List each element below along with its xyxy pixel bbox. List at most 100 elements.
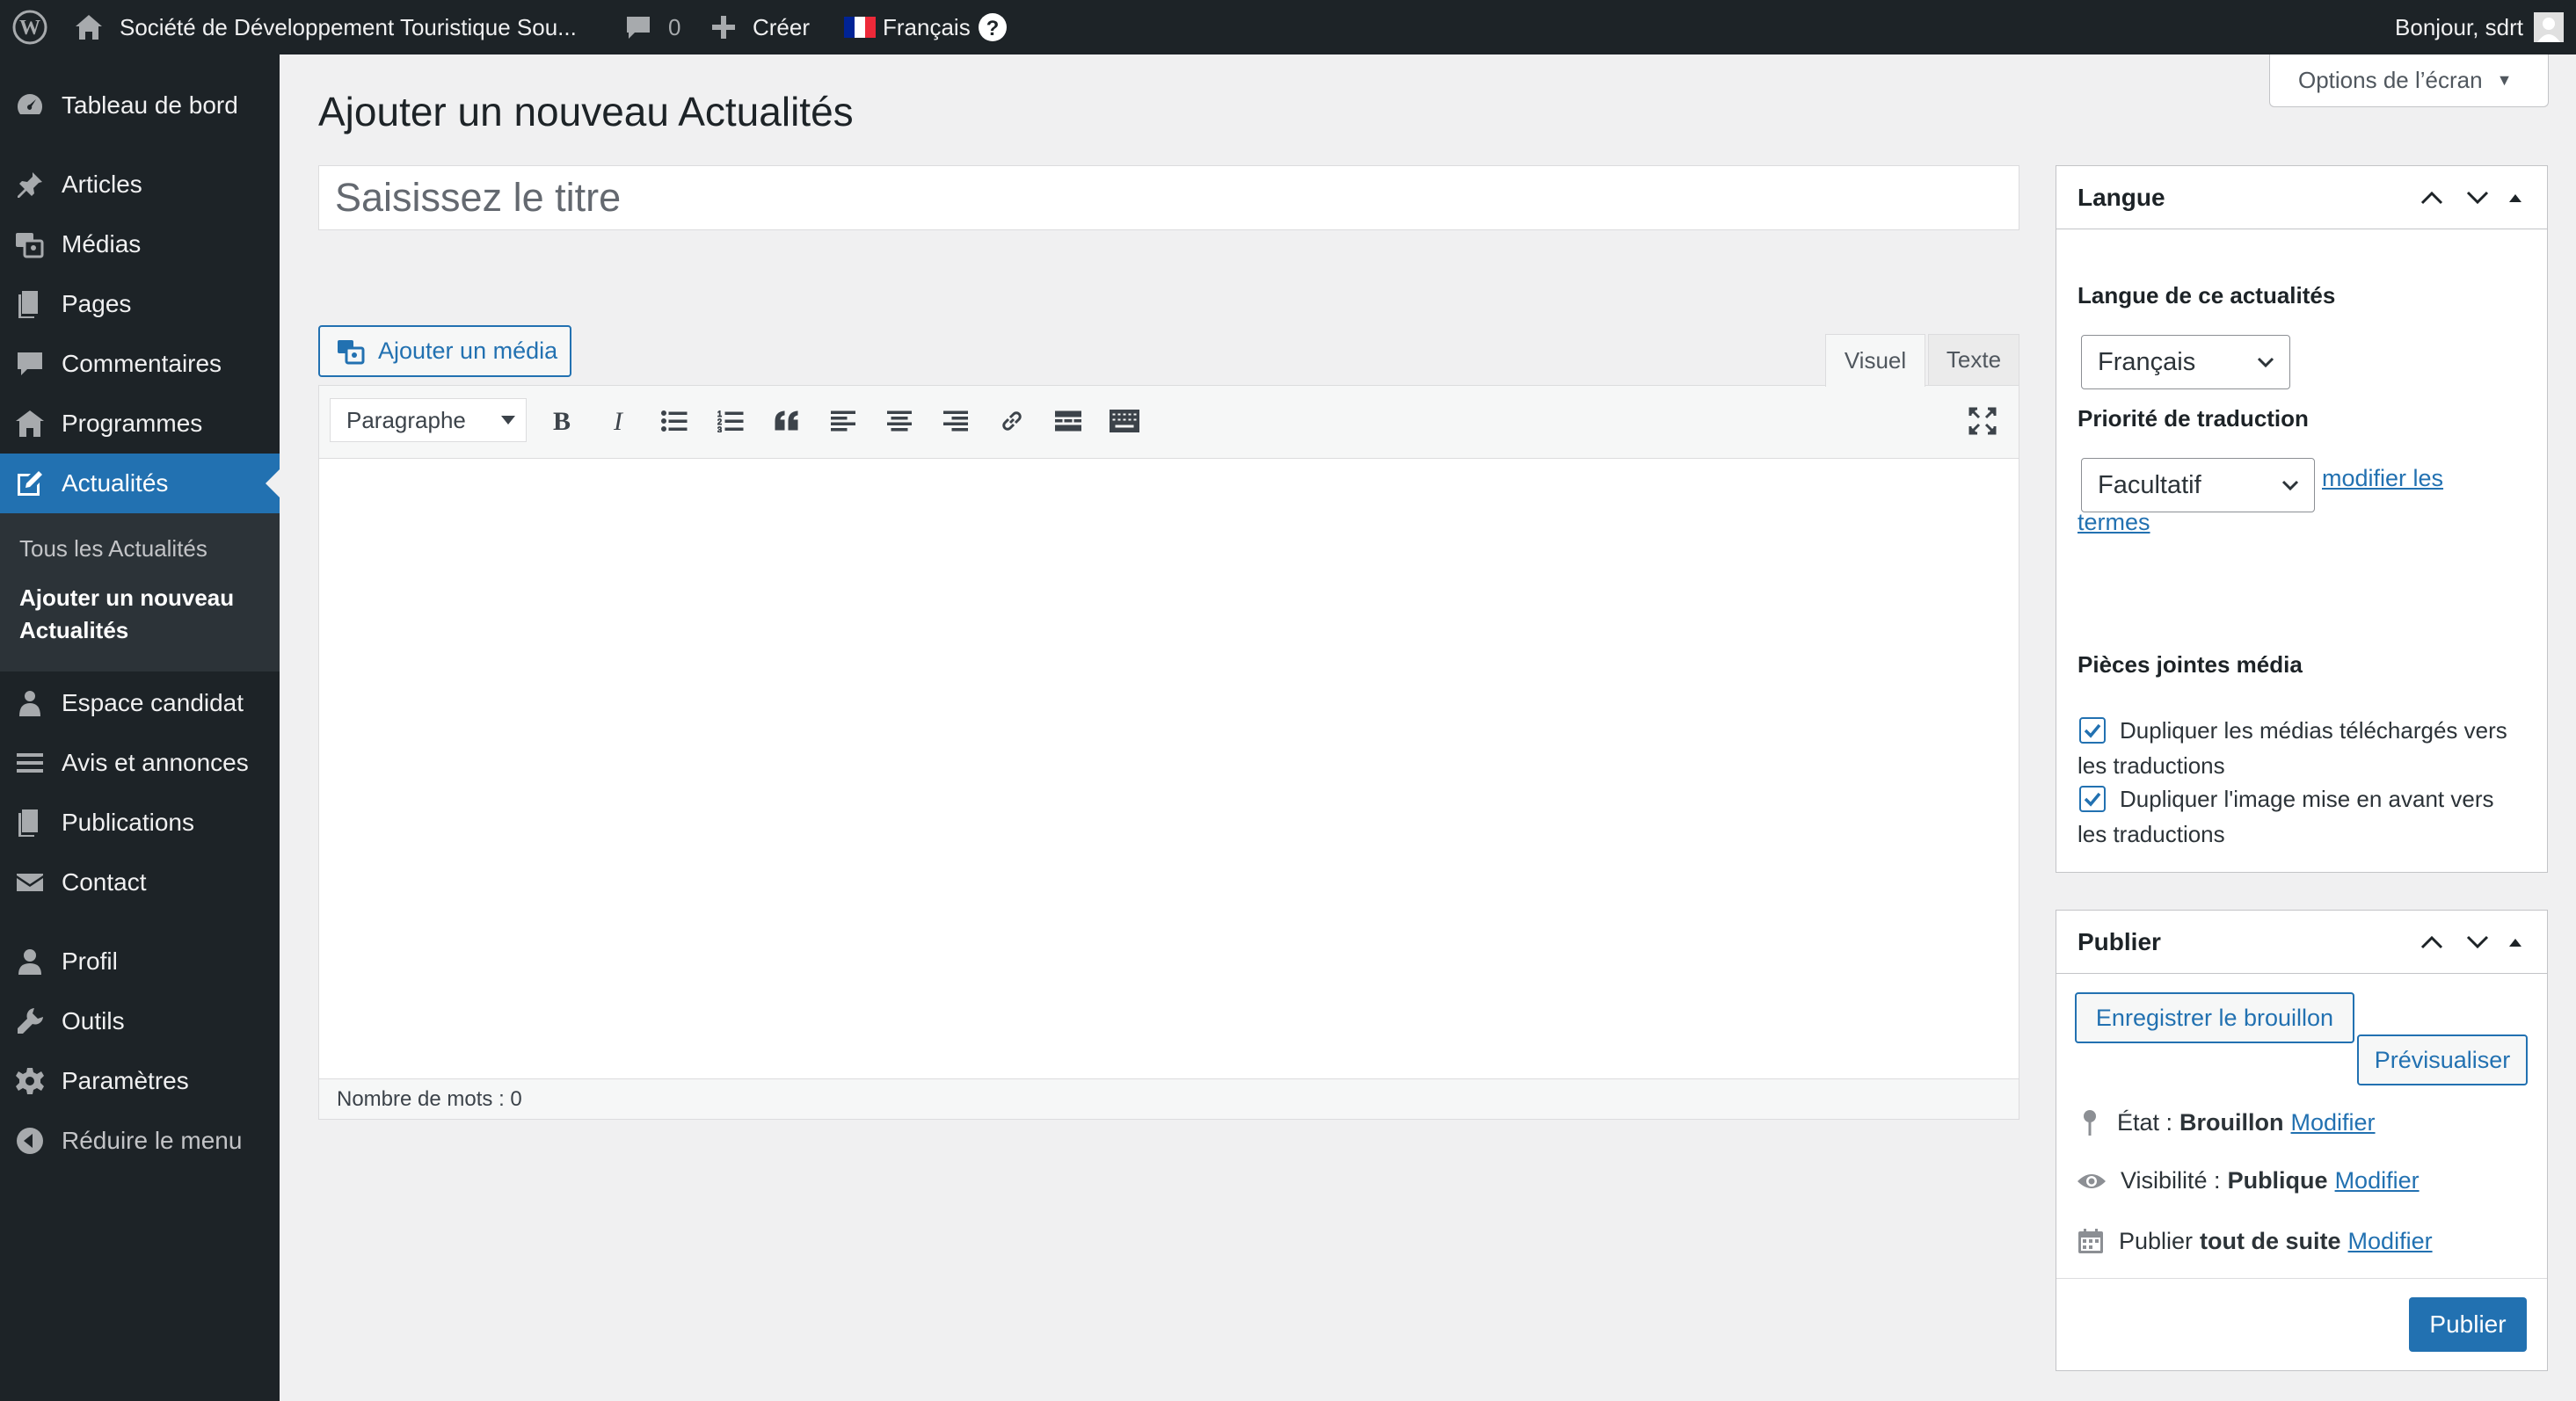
sidebar-item-medias[interactable]: Médias: [0, 214, 280, 274]
sidebar-item-dashboard[interactable]: Tableau de bord: [0, 76, 280, 135]
format-select-value: Paragraphe: [346, 406, 466, 433]
media-icon: [14, 229, 46, 260]
italic-icon[interactable]: I: [600, 403, 636, 439]
sidebar-item-programmes[interactable]: Programmes: [0, 394, 280, 454]
sidebar-item-contact[interactable]: Contact: [0, 853, 280, 912]
numbered-list-icon[interactable]: 123: [713, 403, 748, 439]
status-label: État :: [2117, 1108, 2173, 1136]
site-name-link[interactable]: Société de Développement Touristique Sou…: [74, 0, 577, 54]
publish-button[interactable]: Publier: [2409, 1297, 2527, 1352]
comments-count: 0: [668, 13, 681, 40]
collapse-menu-button[interactable]: Réduire le menu: [0, 1111, 280, 1171]
calendar-icon: [2078, 1229, 2103, 1253]
duplicate-media-checkbox[interactable]: [2079, 717, 2106, 744]
read-more-icon[interactable]: [1051, 403, 1086, 439]
chevron-down-icon: [2257, 357, 2274, 368]
post-title-input[interactable]: [319, 166, 2019, 229]
account-menu[interactable]: Bonjour, sdrt: [2395, 0, 2564, 54]
toggle-panel-icon[interactable]: [2507, 166, 2524, 229]
editor-status-bar: Nombre de mots : 0: [319, 1078, 2019, 1119]
save-draft-button[interactable]: Enregistrer le brouillon: [2075, 992, 2354, 1043]
modify-terms-link-cont[interactable]: termes: [2078, 509, 2150, 536]
tab-text[interactable]: Texte: [1928, 334, 2019, 385]
fullscreen-icon[interactable]: [1965, 403, 2000, 439]
edit-status-link[interactable]: Modifier: [2291, 1109, 2376, 1136]
sidebar-item-pages[interactable]: Pages: [0, 274, 280, 334]
visibility-row: Visibilité : Publique Modifier: [2077, 1167, 2420, 1194]
submenu-add-new[interactable]: Ajouter un nouveau Actualités: [19, 582, 234, 647]
submenu-all-actualites[interactable]: Tous les Actualités: [19, 533, 207, 565]
duplicate-featured-text: Dupliquer l'image mise en avant vers: [2120, 786, 2494, 812]
toolbar-toggle-icon[interactable]: [1107, 403, 1142, 439]
sidebar-item-avis-annonces[interactable]: Avis et annonces: [0, 733, 280, 793]
toggle-panel-icon[interactable]: [2507, 911, 2524, 974]
comment-bubble-icon: [624, 14, 652, 40]
link-icon[interactable]: [994, 403, 1030, 439]
bold-icon[interactable]: B: [544, 403, 579, 439]
sidebar-item-label: Publications: [62, 809, 194, 836]
editor-content-area[interactable]: [319, 460, 2019, 1079]
actualites-submenu: Tous les Actualités Ajouter un nouveau A…: [0, 513, 280, 671]
comments-icon: [14, 348, 46, 380]
preview-button[interactable]: Prévisualiser: [2357, 1034, 2528, 1085]
admin-bar: W Société de Développement Touristique S…: [0, 0, 2576, 54]
blockquote-icon[interactable]: [769, 403, 804, 439]
visibility-value: Publique: [2227, 1167, 2328, 1194]
sidebar-item-parametres[interactable]: Paramètres: [0, 1051, 280, 1111]
svg-text:I: I: [613, 409, 624, 433]
publish-value: tout de suite: [2200, 1227, 2341, 1254]
sidebar-item-comments[interactable]: Commentaires: [0, 334, 280, 394]
site-name: Société de Développement Touristique Sou…: [120, 13, 577, 40]
word-count: Nombre de mots : 0: [337, 1086, 522, 1111]
status-value: Brouillon: [2179, 1108, 2284, 1136]
help-icon[interactable]: ?: [978, 12, 1008, 42]
sidebar-item-label: Espace candidat: [62, 689, 244, 716]
duplicate-featured-checkbox[interactable]: [2079, 786, 2106, 812]
move-up-icon[interactable]: [2419, 166, 2445, 229]
move-down-icon[interactable]: [2464, 166, 2491, 229]
screen-options-button[interactable]: Options de l’écran ▼: [2269, 54, 2549, 107]
publish-date-row: Publier tout de suite Modifier: [2077, 1227, 2433, 1255]
format-select[interactable]: Paragraphe: [330, 398, 527, 442]
move-up-icon[interactable]: [2419, 911, 2445, 974]
checkmark-icon: [2084, 723, 2101, 738]
dropdown-arrow-icon: [501, 416, 515, 425]
svg-text:3: 3: [717, 425, 722, 432]
visibility-label: Visibilité :: [2121, 1167, 2221, 1194]
sidebar-item-articles[interactable]: Articles: [0, 155, 280, 214]
tab-visual[interactable]: Visuel: [1825, 334, 1925, 387]
svg-text:B: B: [553, 409, 571, 433]
sidebar-item-publications[interactable]: Publications: [0, 793, 280, 853]
bullet-list-icon[interactable]: [657, 403, 692, 439]
building-icon: [14, 408, 46, 439]
collapse-icon: [14, 1125, 46, 1157]
modify-terms-link[interactable]: modifier les: [2322, 465, 2443, 492]
svg-text:?: ?: [986, 17, 999, 40]
sidebar-item-espace-candidat[interactable]: Espace candidat: [0, 673, 280, 733]
wordpress-logo-icon[interactable]: W: [12, 0, 47, 54]
sidebar-item-outils[interactable]: Outils: [0, 991, 280, 1051]
align-right-icon[interactable]: [938, 403, 973, 439]
move-down-icon[interactable]: [2464, 911, 2491, 974]
sidebar-item-label: Articles: [62, 171, 142, 198]
edit-date-link[interactable]: Modifier: [2348, 1228, 2433, 1255]
priority-select[interactable]: Facultatif: [2081, 458, 2315, 512]
pages-icon: [14, 288, 46, 320]
sidebar-item-profil[interactable]: Profil: [0, 932, 280, 991]
align-left-icon[interactable]: [826, 403, 861, 439]
duplicate-media-text-cont: les traductions: [2078, 752, 2225, 779]
create-link[interactable]: Créer: [710, 0, 810, 54]
title-field-wrapper: [318, 165, 2019, 230]
home-icon: [74, 13, 104, 41]
language-switcher[interactable]: Français ?: [844, 0, 1008, 54]
sidebar-item-actualites[interactable]: Actualités: [0, 454, 280, 513]
language-select[interactable]: Français: [2081, 335, 2290, 389]
add-media-button[interactable]: Ajouter un média: [318, 325, 571, 377]
svg-text:W: W: [19, 17, 40, 40]
priority-field-label: Priorité de traduction: [2078, 405, 2309, 432]
comments-link[interactable]: 0: [624, 0, 680, 54]
language-metabox-title: Langue: [2078, 183, 2165, 211]
media-attachments-label: Pièces jointes média: [2078, 651, 2303, 678]
align-center-icon[interactable]: [882, 403, 917, 439]
edit-visibility-link[interactable]: Modifier: [2335, 1167, 2420, 1194]
